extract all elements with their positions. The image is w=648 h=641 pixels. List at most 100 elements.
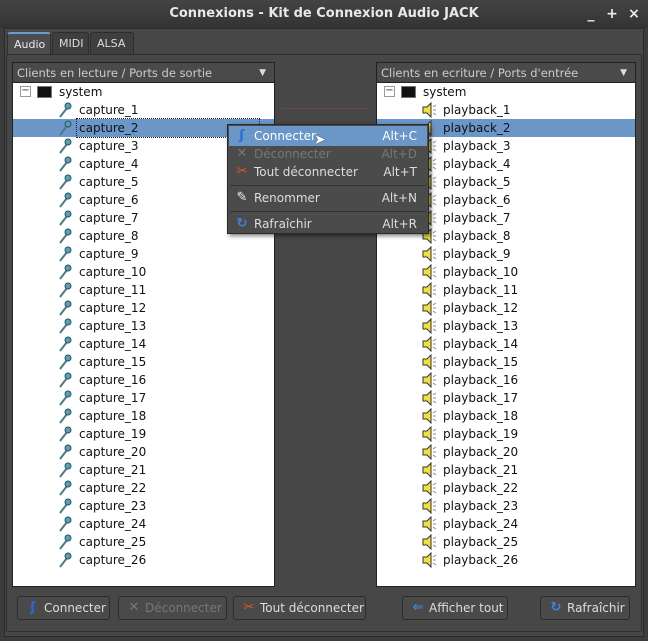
port-row[interactable]: capture_10 [13,263,274,281]
minimize-button[interactable]: _ [582,0,600,28]
port-row[interactable]: capture_17 [13,389,274,407]
port-row[interactable]: playback_18 [377,407,635,425]
port-row[interactable]: capture_21 [13,461,274,479]
port-row[interactable]: capture_23 [13,497,274,515]
port-label: capture_7 [79,211,139,225]
port-row[interactable]: playback_22 [377,479,635,497]
menu-shortcut: Alt+C [382,129,417,143]
disconnect-all-icon: ✂ [236,164,248,179]
collapse-icon[interactable]: − [20,86,31,97]
port-row[interactable]: capture_24 [13,515,274,533]
menu-item-disconnect-all[interactable]: ✂ Tout déconnecter Alt+T [229,162,427,182]
sort-arrow-icon: ▼ [620,68,627,78]
port-row[interactable]: capture_11 [13,281,274,299]
port-row[interactable]: playback_9 [377,245,635,263]
client-label: system [59,85,103,99]
system-client-icon [401,86,416,98]
tab-audio[interactable]: Audio [7,32,51,54]
input-list-header[interactable]: Clients en ecriture / Ports d'entrée ▼ [377,63,635,83]
speaker-icon [421,263,437,281]
sort-arrow-icon: ▼ [259,68,266,78]
port-label: capture_24 [79,517,147,531]
menu-item-refresh[interactable]: ↻ Rafraîchir Alt+R [229,214,427,234]
port-row[interactable]: capture_18 [13,407,274,425]
port-row[interactable]: playback_25 [377,533,635,551]
client-row-system[interactable]: − system [13,83,274,101]
microphone-icon [57,228,73,244]
speaker-icon [421,317,437,335]
microphone-icon [57,174,73,190]
port-row[interactable]: playback_20 [377,443,635,461]
port-label: capture_1 [79,103,139,117]
port-row[interactable]: capture_25 [13,533,274,551]
port-row[interactable]: capture_16 [13,371,274,389]
port-row[interactable]: playback_24 [377,515,635,533]
port-label: playback_21 [443,463,519,477]
port-row[interactable]: playback_10 [377,263,635,281]
tab-midi[interactable]: MIDI [52,32,89,54]
port-row[interactable]: playback_1 [377,101,635,119]
connect-button[interactable]: ʃ Connecter [17,596,110,620]
port-row[interactable]: capture_12 [13,299,274,317]
port-row[interactable]: playback_19 [377,425,635,443]
connect-icon: ʃ [239,128,245,143]
system-client-icon [37,86,52,98]
port-row[interactable]: capture_19 [13,425,274,443]
port-row[interactable]: playback_15 [377,353,635,371]
port-label: playback_12 [443,301,519,315]
port-row[interactable]: playback_13 [377,317,635,335]
port-row[interactable]: playback_17 [377,389,635,407]
port-row[interactable]: playback_23 [377,497,635,515]
refresh-icon: ↻ [236,216,248,231]
client-row-system[interactable]: − system [377,83,635,101]
port-label: playback_23 [443,499,519,513]
menu-item-disconnect: ✕ Déconnecter Alt+D [229,144,427,164]
close-button[interactable]: × [625,0,643,28]
port-label: playback_24 [443,517,519,531]
port-label: capture_10 [79,265,147,279]
port-row[interactable]: capture_26 [13,551,274,569]
port-row[interactable]: playback_12 [377,299,635,317]
port-label: playback_3 [443,139,511,153]
maximize-button[interactable]: + [603,0,621,28]
speaker-icon [421,371,437,389]
speaker-icon [421,515,437,533]
speaker-icon [421,497,437,515]
port-row[interactable]: capture_22 [13,479,274,497]
microphone-icon [57,120,73,136]
show-all-button[interactable]: ⇐ Afficher tout [402,596,508,620]
tab-alsa[interactable]: ALSA [90,32,134,54]
port-label: capture_19 [79,427,147,441]
port-label: playback_11 [443,283,519,297]
port-label: capture_9 [79,247,139,261]
menu-shortcut: Alt+N [381,191,417,205]
speaker-icon [421,353,437,371]
port-row[interactable]: capture_15 [13,353,274,371]
output-list-header[interactable]: Clients en lecture / Ports de sortie ▼ [13,63,274,83]
port-row[interactable]: capture_13 [13,317,274,335]
port-row[interactable]: capture_20 [13,443,274,461]
port-row[interactable]: playback_21 [377,461,635,479]
connect-icon: ʃ [30,600,36,615]
refresh-button[interactable]: ↻ Rafraîchir [540,596,630,620]
button-label: Tout déconnecter [260,601,364,615]
menu-shortcut: Alt+R [382,217,417,231]
port-label: playback_2 [443,121,511,135]
disconnect-all-button[interactable]: ✂ Tout déconnecter [233,596,366,620]
port-row[interactable]: capture_14 [13,335,274,353]
port-row[interactable]: playback_16 [377,371,635,389]
microphone-icon [57,210,73,226]
port-row[interactable]: playback_26 [377,551,635,569]
speaker-icon [421,389,437,407]
speaker-icon [421,425,437,443]
port-row[interactable]: playback_14 [377,335,635,353]
menu-item-rename[interactable]: ✎ Renommer Alt+N [229,188,427,208]
microphone-icon [57,192,73,208]
collapse-icon[interactable]: − [384,86,395,97]
port-label: capture_26 [79,553,147,567]
port-row[interactable]: playback_11 [377,281,635,299]
port-row[interactable]: capture_9 [13,245,274,263]
menu-item-connect[interactable]: ʃ Connecter Alt+C [229,126,427,146]
port-label: playback_25 [443,535,519,549]
port-row[interactable]: capture_1 [13,101,274,119]
